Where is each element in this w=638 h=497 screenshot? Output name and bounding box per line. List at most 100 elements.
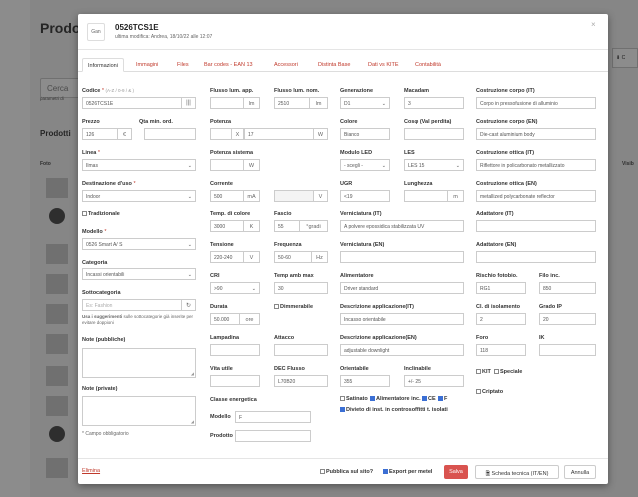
- note-private-textarea[interactable]: ◢: [82, 396, 196, 426]
- elimina-link[interactable]: Elimina: [82, 468, 100, 474]
- ik-input[interactable]: [539, 344, 596, 356]
- cri-select[interactable]: >90 ⌄: [210, 282, 260, 294]
- classe-modello-input[interactable]: F: [235, 411, 311, 423]
- cosp-input[interactable]: [404, 128, 464, 140]
- orientabile-input[interactable]: 355: [340, 375, 390, 387]
- satinato-checkbox[interactable]: Satinato: [340, 396, 368, 402]
- desc-app-en-input[interactable]: adjustable downlight: [340, 344, 464, 356]
- temp-amb-input[interactable]: 30: [274, 282, 328, 294]
- checkbox-checked[interactable]: [340, 407, 345, 413]
- checkbox-checked[interactable]: [438, 396, 443, 402]
- checkbox-checked[interactable]: [422, 396, 427, 402]
- flusso-app-input[interactable]: [210, 97, 244, 109]
- lampadina-input[interactable]: [210, 344, 260, 356]
- filo-inc-input[interactable]: 850: [539, 282, 596, 294]
- barcode-icon[interactable]: |||: [182, 97, 196, 109]
- lunghezza-input[interactable]: [404, 190, 448, 202]
- tab-accessori[interactable]: Accessori: [274, 58, 298, 72]
- tensione-input[interactable]: 220-240: [210, 251, 244, 263]
- checkbox-box[interactable]: [340, 396, 345, 402]
- colore-input[interactable]: Bianco: [340, 128, 390, 140]
- checkbox-box[interactable]: [476, 389, 481, 395]
- corrente-input[interactable]: 500: [210, 190, 244, 202]
- corrente-v-input[interactable]: [274, 190, 314, 202]
- criptato-checkbox[interactable]: Criptato: [476, 389, 503, 395]
- costr-corpo-it-input[interactable]: Corpo in pressofusione di alluminio: [476, 97, 596, 109]
- dec-flusso-label: DEC Flusso: [274, 366, 305, 372]
- flusso-nom-input[interactable]: 2510: [274, 97, 310, 109]
- fascio-input[interactable]: 55: [274, 220, 300, 232]
- classe-prodotto-input[interactable]: [235, 430, 311, 442]
- destinazione-select[interactable]: Indoor ⌄: [82, 190, 196, 202]
- scheda-tecnica-button[interactable]: 🗎 Scheda tecnica (IT/EN): [475, 465, 559, 479]
- tradizionale-checkbox[interactable]: Tradizionale: [82, 211, 120, 217]
- tab-contabilita[interactable]: Contabilità: [415, 58, 441, 72]
- costr-ottica-it-input[interactable]: Riflettore in policarbonato metallizzato: [476, 159, 596, 171]
- linea-select[interactable]: Ilmas ⌄: [82, 159, 196, 171]
- f-checkbox[interactable]: F: [438, 396, 447, 402]
- checkbox-box[interactable]: [82, 211, 87, 217]
- checkbox-checked[interactable]: [370, 396, 375, 402]
- checkbox-box[interactable]: [476, 369, 481, 375]
- salva-button[interactable]: Salva: [444, 465, 468, 479]
- generazione-select[interactable]: D1 ⌄: [340, 97, 390, 109]
- alimentatore-inc-checkbox[interactable]: Alimentatore inc.: [370, 396, 421, 402]
- verniciatura-en-input[interactable]: [340, 251, 464, 263]
- tab-distinta-base[interactable]: Distinta Base: [318, 58, 350, 72]
- cl-isolamento-input[interactable]: 2: [476, 313, 526, 325]
- temp-colore-input[interactable]: 3000: [210, 220, 244, 232]
- prezzo-input[interactable]: 126: [82, 128, 118, 140]
- desc-app-en-label: Descrizione applicazione(EN): [340, 335, 417, 341]
- potenza-sistema-input[interactable]: [210, 159, 244, 171]
- tab-dati-kite[interactable]: Dati vs KITE: [368, 58, 399, 72]
- checkbox-checked[interactable]: [383, 469, 388, 475]
- resize-grip-icon[interactable]: ◢: [191, 419, 194, 424]
- macadam-input[interactable]: 3: [404, 97, 464, 109]
- categoria-select[interactable]: Incassi orientabili ⌄: [82, 268, 196, 280]
- resize-grip-icon[interactable]: ◢: [191, 371, 194, 376]
- note-pubbliche-textarea[interactable]: ◢: [82, 348, 196, 378]
- adattatore-it-input[interactable]: [476, 220, 596, 232]
- costr-ottica-en-input[interactable]: metallized polycarbonate reflector: [476, 190, 596, 202]
- dec-flusso-input[interactable]: L70B20: [274, 375, 328, 387]
- ce-checkbox[interactable]: CE: [422, 396, 436, 402]
- pubblica-sito-checkbox[interactable]: Pubblica sul sito?: [320, 469, 373, 475]
- attacco-input[interactable]: [274, 344, 328, 356]
- checkbox-box[interactable]: [320, 469, 325, 475]
- potenza-input-b[interactable]: 17: [244, 128, 314, 140]
- tab-files[interactable]: Files: [177, 58, 189, 72]
- costr-corpo-en-input[interactable]: Die-cast aluminium body: [476, 128, 596, 140]
- vita-utile-input[interactable]: [210, 375, 260, 387]
- export-metel-checkbox[interactable]: Export per metel: [383, 469, 432, 475]
- dimmerabile-checkbox[interactable]: Dimmerabile: [274, 304, 313, 310]
- close-icon[interactable]: ×: [591, 20, 596, 29]
- frequenza-input[interactable]: 50-60: [274, 251, 312, 263]
- grado-ip-input[interactable]: 20: [539, 313, 596, 325]
- foro-input[interactable]: 118: [476, 344, 526, 356]
- annulla-button[interactable]: Annulla: [564, 465, 596, 479]
- desc-app-it-input[interactable]: Incasso orientabile: [340, 313, 464, 325]
- potenza-input-a[interactable]: [210, 128, 232, 140]
- modello-select[interactable]: 0526 Smart A/ S ⌄: [82, 238, 196, 250]
- checkbox-box[interactable]: [494, 369, 499, 375]
- durata-input[interactable]: 50.000: [210, 313, 240, 325]
- divieto-checkbox[interactable]: Divieto di inst. in controsoffitti t. is…: [340, 407, 448, 413]
- ugr-input[interactable]: <19: [340, 190, 390, 202]
- speciale-checkbox[interactable]: Speciale: [494, 369, 522, 375]
- rischio-fotobio-input[interactable]: RG1: [476, 282, 526, 294]
- codice-input[interactable]: 0526TCS1E: [82, 97, 182, 109]
- tab-barcodes[interactable]: Bar codes - EAN 13: [204, 58, 253, 72]
- refresh-icon[interactable]: ↻: [182, 299, 196, 311]
- tab-immagini[interactable]: Immagini: [136, 58, 158, 72]
- les-select[interactable]: LES 15 ⌄: [404, 159, 464, 171]
- kit-checkbox[interactable]: KIT: [476, 369, 491, 375]
- tab-informazioni[interactable]: Informazioni: [82, 58, 124, 72]
- qta-min-input[interactable]: [144, 128, 196, 140]
- checkbox-box[interactable]: [274, 304, 279, 310]
- inclinabile-input[interactable]: +/- 25: [404, 375, 464, 387]
- alimentatore-input[interactable]: Driver standard: [340, 282, 464, 294]
- verniciatura-it-input[interactable]: A polvere epossidica stabilizzata UV: [340, 220, 464, 232]
- modulo-led-select[interactable]: - scegli - ⌄: [340, 159, 390, 171]
- adattatore-en-input[interactable]: [476, 251, 596, 263]
- sottocategoria-input[interactable]: Es: Fashion: [82, 299, 182, 311]
